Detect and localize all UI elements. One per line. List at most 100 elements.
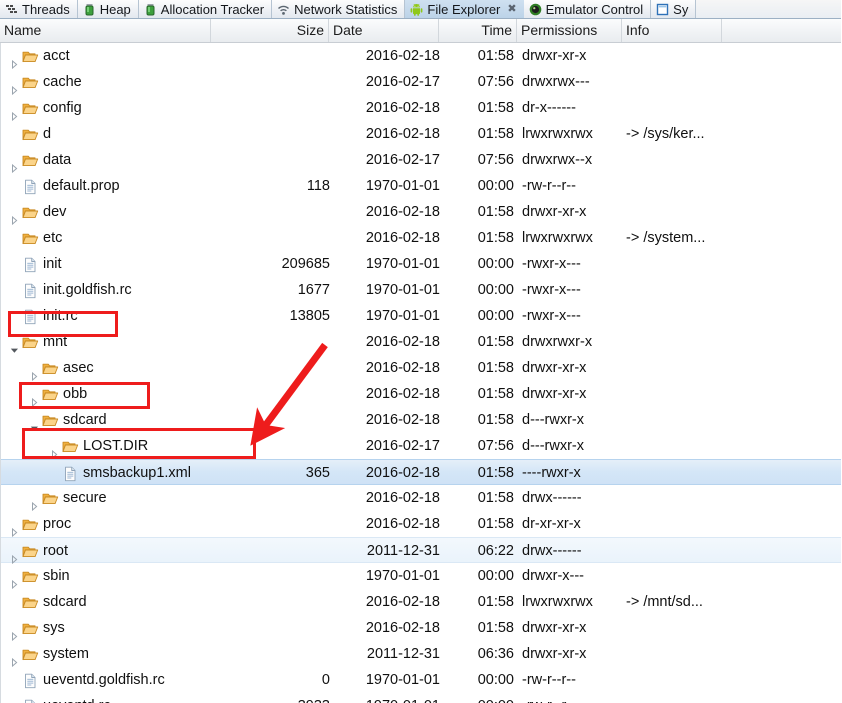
table-row[interactable]: sbin 1970-01-01 00:00 drwxr-x--- [1,563,842,589]
table-row[interactable]: sdcard 2016-02-18 01:58 lrwxrwxrwx -> /mnt/s… [1,589,842,615]
table-row[interactable]: acct 2016-02-18 01:58 drwxr-xr-x [1,43,842,69]
table-row[interactable]: init 209685 1970-01-01 00:00 -rwxr-x--- [1,251,842,277]
column-header-permissions[interactable]: Permissions [517,19,622,42]
chevron-right-icon[interactable] [9,207,20,225]
tab-sy[interactable]: Sy [651,0,697,18]
table-row[interactable]: config 2016-02-18 01:58 dr-x------ [1,95,842,121]
table-row[interactable]: secure 2016-02-18 01:58 drwx------ [1,485,842,511]
file-permissions-cell: drwxr-xr-x [522,620,587,636]
table-row[interactable]: init.goldfish.rc 1677 1970-01-01 00:00 -rwxr… [1,277,842,303]
file-size-cell [212,95,334,121]
file-info-cell [626,538,836,564]
file-time-cell: 01:58 [477,204,514,220]
file-name-cell[interactable]: cache [1,69,220,95]
column-header-info[interactable]: Info [622,19,722,42]
column-header-date[interactable]: Date [329,19,439,42]
table-row[interactable]: dev 2016-02-18 01:58 drwxr-xr-x [1,199,842,225]
file-name-cell[interactable]: system [1,641,220,667]
tab-network-statistics[interactable]: Network Statistics [272,0,406,18]
tab-file-explorer[interactable]: File Explorer ✖ [405,0,534,18]
chevron-right-icon[interactable] [9,571,20,589]
file-name-cell[interactable]: d [1,121,220,147]
tab-emulator-control[interactable]: Emulator Control [523,0,652,18]
folder-icon [22,594,39,610]
table-row[interactable]: cache 2016-02-17 07:56 drwxrwx--- [1,69,842,95]
file-time-cell: 00:00 [477,568,514,584]
table-row[interactable]: obb 2016-02-18 01:58 drwxr-xr-x [1,381,842,407]
column-header-time[interactable]: Time [439,19,517,42]
file-permissions-cell: lrwxrwxrwx [522,126,593,142]
file-name-cell[interactable]: data [1,147,220,173]
file-name-cell[interactable]: config [1,95,220,121]
table-row[interactable]: asec 2016-02-18 01:58 drwxr-xr-x [1,355,842,381]
file-permissions-cell: drwxrwx--x [522,152,593,168]
file-date-cell: 2016-02-18 [365,465,440,481]
file-name-cell[interactable]: sdcard [1,589,220,615]
table-row[interactable]: sys 2016-02-18 01:58 drwxr-xr-x [1,615,842,641]
chevron-down-icon[interactable] [9,337,20,353]
chevron-right-icon[interactable] [9,546,20,564]
chevron-right-icon[interactable] [9,103,20,121]
file-name-cell[interactable]: etc [1,225,220,251]
table-row[interactable]: etc 2016-02-18 01:58 lrwxrwxrwx -> /system..… [1,225,842,251]
table-row[interactable]: root 2011-12-31 06:22 drwx------ [1,537,842,564]
chevron-right-icon[interactable] [29,493,40,511]
file-name-cell[interactable]: asec [1,355,240,381]
file-time-cell: 01:58 [477,516,514,532]
file-name-cell[interactable]: dev [1,199,220,225]
folder-icon [42,360,59,376]
file-name-cell[interactable]: sbin [1,563,220,589]
chevron-right-icon[interactable] [9,155,20,173]
chevron-down-icon[interactable] [29,415,40,431]
tab-allocation-tracker[interactable]: Allocation Tracker [138,0,273,18]
file-size-cell: 365 [305,465,330,481]
tab-threads[interactable]: Threads [0,0,78,18]
table-row[interactable]: smsbackup1.xml 365 2016-02-18 01:58 ----rwxr… [1,459,842,485]
file-name-cell[interactable]: init [1,251,220,277]
table-row[interactable]: d 2016-02-18 01:58 lrwxrwxrwx -> /sys/ker... [1,121,842,147]
table-row[interactable]: LOST.DIR 2016-02-17 07:56 d---rwxr-x [1,433,842,459]
close-icon[interactable]: ✖ [507,3,516,15]
file-name-label: secure [63,490,107,506]
file-date-cell: 2016-02-18 [365,100,440,116]
column-header-name[interactable]: Name [0,19,211,42]
file-name-cell[interactable]: init.rc [1,303,220,329]
chevron-right-icon[interactable] [9,649,20,667]
table-row[interactable]: default.prop 118 1970-01-01 00:00 -rw-r--r-- [1,173,842,199]
chevron-right-icon[interactable] [9,623,20,641]
file-name-cell[interactable]: sdcard [1,407,240,433]
chevron-right-icon[interactable] [29,363,40,381]
file-name-cell[interactable]: mnt [1,329,220,355]
table-row[interactable]: ueventd.goldfish.rc 0 1970-01-01 00:00 -rw-r… [1,667,842,693]
chevron-right-icon[interactable] [9,77,20,95]
table-row[interactable]: ueventd.rc 39331970-01-0100:00 -rw-r--r-- [1,693,842,703]
chevron-right-icon[interactable] [49,441,60,459]
column-header-filler [722,19,842,42]
file-list[interactable]: acct 2016-02-18 01:58 drwxr-xr-x cache 2016-0… [0,43,842,703]
file-name-cell[interactable]: init.goldfish.rc [1,277,220,303]
file-name-cell[interactable]: ueventd.rc [1,693,220,703]
table-row[interactable]: init.rc 13805 1970-01-01 00:00 -rwxr-x--- [1,303,842,329]
file-info-cell [626,641,836,667]
tab-heap[interactable]: Heap [77,0,139,18]
file-name-cell[interactable]: ueventd.goldfish.rc [1,667,220,693]
chevron-right-icon[interactable] [29,389,40,407]
file-name-cell[interactable]: secure [1,485,240,511]
table-row[interactable]: proc 2016-02-18 01:58 dr-xr-xr-x [1,511,842,537]
file-info-cell [626,95,836,121]
file-name-cell[interactable]: proc [1,511,220,537]
file-name-cell[interactable]: acct [1,43,220,69]
file-name-cell[interactable]: default.prop [1,173,220,199]
chevron-right-icon[interactable] [9,519,20,537]
table-row[interactable]: data 2016-02-17 07:56 drwxrwx--x [1,147,842,173]
file-time-cell: 01:58 [477,620,514,636]
file-name-cell[interactable]: sys [1,615,220,641]
file-name-cell[interactable]: root [1,538,220,564]
table-row[interactable]: sdcard 2016-02-18 01:58 d---rwxr-x [1,407,842,433]
chevron-right-icon[interactable] [9,51,20,69]
file-name-cell[interactable]: obb [1,381,240,407]
table-row[interactable]: system 2011-12-31 06:36 drwxr-xr-x [1,641,842,667]
table-row[interactable]: mnt 2016-02-18 01:58 drwxrwxr-x [1,329,842,355]
column-header-size[interactable]: Size [211,19,329,42]
system-information-icon [656,3,669,16]
